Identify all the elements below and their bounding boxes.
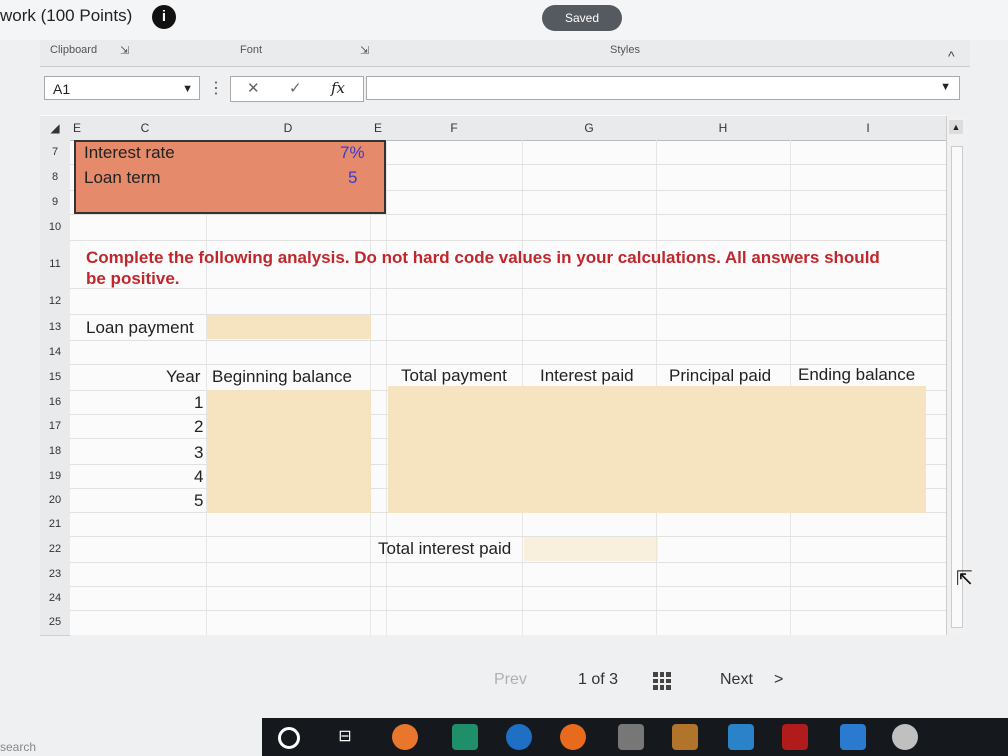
row-header[interactable]: 21 xyxy=(40,512,70,537)
mail-icon[interactable] xyxy=(840,724,866,750)
insert-function-icon[interactable]: fx xyxy=(331,79,345,97)
name-box-value: A1 xyxy=(53,81,71,97)
vertical-scrollbar[interactable]: ▲ xyxy=(946,116,967,635)
column-header[interactable]: I xyxy=(790,116,947,141)
top-bar: work (100 Points) i Saved xyxy=(0,0,1008,40)
year-cell[interactable]: 3 xyxy=(194,443,203,463)
row-header[interactable]: 9 xyxy=(40,190,70,215)
app-icon[interactable] xyxy=(892,724,918,750)
photos-icon[interactable] xyxy=(618,724,644,750)
row-header[interactable]: 7 xyxy=(40,140,70,165)
row-header[interactable]: 12 xyxy=(40,288,70,315)
chevron-down-icon[interactable]: ▼ xyxy=(940,81,951,93)
row-header[interactable]: 13 xyxy=(40,314,70,341)
instruction-text: Complete the following analysis. Do not … xyxy=(86,248,880,288)
column-header[interactable]: H xyxy=(656,116,791,141)
ribbon-font-label[interactable]: Font xyxy=(240,44,262,56)
store-icon[interactable] xyxy=(452,724,478,750)
collapse-ribbon-icon[interactable]: ^ xyxy=(948,48,955,64)
header-interest-paid[interactable]: Interest paid xyxy=(540,366,634,386)
row-header[interactable]: 14 xyxy=(40,340,70,365)
column-header[interactable]: F xyxy=(386,116,523,141)
page-indicator: 1 of 3 xyxy=(578,671,619,688)
ribbon-styles-label[interactable]: Styles xyxy=(610,44,640,56)
enter-check-icon[interactable]: ✓ xyxy=(289,79,302,97)
row-header[interactable]: 20 xyxy=(40,488,70,513)
column-header[interactable]: C xyxy=(84,116,207,141)
clipboard-launcher-icon[interactable]: ⇲ xyxy=(120,44,129,57)
loan-term-label[interactable]: Loan term xyxy=(84,168,161,188)
loan-payment-input[interactable] xyxy=(207,315,371,339)
year-cell[interactable]: 1 xyxy=(194,393,203,413)
row-header[interactable]: 23 xyxy=(40,562,70,587)
row-header[interactable]: 8 xyxy=(40,164,70,191)
mouse-cursor-icon: ⇱ xyxy=(956,568,973,590)
cortana-icon[interactable] xyxy=(278,727,300,749)
briefcase-icon[interactable] xyxy=(672,724,698,750)
row-header[interactable]: 11 xyxy=(40,240,70,289)
column-header[interactable]: G xyxy=(522,116,657,141)
interest-rate-value[interactable]: 7% xyxy=(340,143,365,163)
name-box[interactable]: A1 ▼ xyxy=(44,76,200,100)
loan-payment-label[interactable]: Loan payment xyxy=(86,318,194,338)
schedule-inputs[interactable] xyxy=(388,386,926,513)
firefox-icon[interactable] xyxy=(560,724,586,750)
select-all-corner[interactable]: ◢ xyxy=(40,116,71,141)
row-header[interactable]: 24 xyxy=(40,586,70,611)
year-cell[interactable]: 5 xyxy=(194,491,203,511)
netflix-icon[interactable] xyxy=(782,724,808,750)
column-header[interactable]: E xyxy=(370,116,387,141)
year-cell[interactable]: 2 xyxy=(194,417,203,437)
total-interest-label[interactable]: Total interest paid xyxy=(378,539,511,559)
prev-button[interactable]: Prev xyxy=(494,671,527,689)
header-beginning-balance[interactable]: Beginning balance xyxy=(212,367,352,387)
total-interest-input[interactable] xyxy=(524,537,658,561)
more-options-icon[interactable]: ⋮ xyxy=(208,78,224,98)
cancel-icon[interactable]: ✕ xyxy=(247,79,260,97)
edge-icon[interactable] xyxy=(506,724,532,750)
taskbar: ⊟ xyxy=(262,718,1008,756)
scroll-thumb[interactable] xyxy=(951,146,963,628)
row-header[interactable]: 10 xyxy=(40,214,70,241)
row-header[interactable]: 19 xyxy=(40,464,70,489)
publisher-icon[interactable] xyxy=(728,724,754,750)
loan-term-value[interactable]: 5 xyxy=(348,168,357,188)
chevron-right-icon[interactable]: > xyxy=(774,671,783,689)
header-year[interactable]: Year xyxy=(166,367,200,387)
ribbon: Clipboard ⇲ Font ⇲ Styles xyxy=(40,40,970,67)
beginning-balance-inputs[interactable] xyxy=(207,390,371,513)
header-total-payment[interactable]: Total payment xyxy=(401,366,507,386)
header-ending-balance[interactable]: Ending balance xyxy=(798,365,915,385)
scroll-up-icon[interactable]: ▲ xyxy=(949,120,963,134)
next-button[interactable]: Next xyxy=(720,671,753,689)
app-icon[interactable] xyxy=(392,724,418,750)
interest-rate-label[interactable]: Interest rate xyxy=(84,143,175,163)
row-header[interactable]: 15 xyxy=(40,364,70,391)
row-header[interactable]: 18 xyxy=(40,438,70,465)
column-header[interactable]: D xyxy=(206,116,371,141)
ribbon-clipboard-label[interactable]: Clipboard xyxy=(50,44,97,56)
row-header[interactable]: 17 xyxy=(40,414,70,439)
info-icon[interactable]: i xyxy=(152,5,176,29)
assignment-title: work (100 Points) xyxy=(0,6,133,25)
search-box[interactable]: search xyxy=(0,740,36,754)
font-launcher-icon[interactable]: ⇲ xyxy=(360,44,369,57)
year-cell[interactable]: 4 xyxy=(194,467,203,487)
row-header[interactable]: 16 xyxy=(40,390,70,415)
formula-input[interactable]: ▼ xyxy=(366,76,960,100)
formula-buttons: ✕ ✓ fx xyxy=(230,76,364,102)
task-view-icon[interactable]: ⊟ xyxy=(332,724,358,750)
row-header[interactable]: 25 xyxy=(40,610,70,636)
page-grid-icon[interactable] xyxy=(653,672,671,690)
column-header[interactable]: E xyxy=(70,116,85,141)
row-header[interactable]: 22 xyxy=(40,536,70,563)
header-principal-paid[interactable]: Principal paid xyxy=(669,366,771,386)
saved-badge: Saved xyxy=(542,5,622,31)
chevron-down-icon[interactable]: ▼ xyxy=(182,77,193,101)
